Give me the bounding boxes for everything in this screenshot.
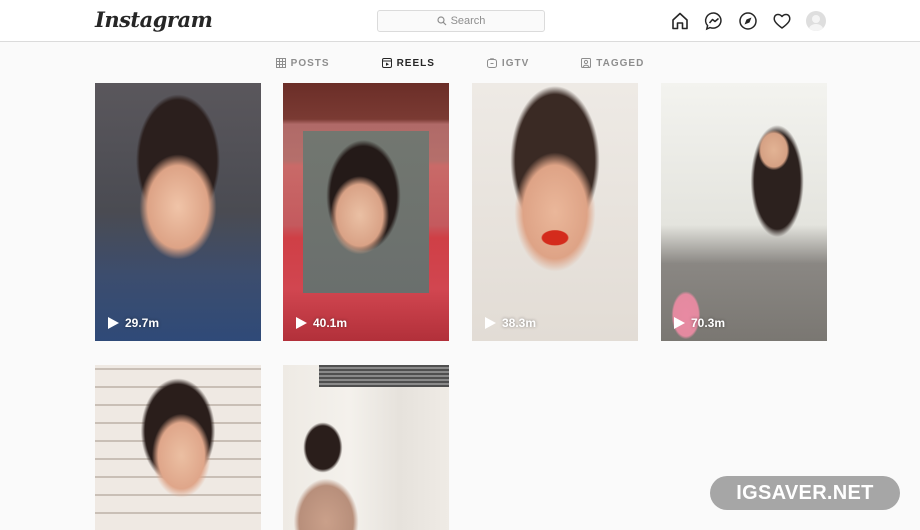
grid-icon — [275, 58, 286, 68]
view-count: 70.3m — [674, 316, 725, 330]
tab-label: TAGGED — [596, 57, 645, 69]
reel-thumbnail[interactable] — [95, 365, 261, 530]
nav-icons — [670, 11, 826, 31]
view-count: 40.1m — [296, 316, 347, 330]
search-input[interactable]: Search — [377, 10, 545, 32]
reel-thumbnail[interactable]: 70.3m — [661, 83, 827, 341]
tab-label: REELS — [396, 57, 435, 69]
reel-thumbnail[interactable]: 40.1m — [283, 83, 449, 341]
reel-thumbnail[interactable]: 29.7m — [95, 83, 261, 341]
activity-heart-icon[interactable] — [772, 11, 792, 31]
video-overlay-frame — [303, 131, 429, 293]
tab-igtv[interactable]: IGTV — [486, 56, 530, 70]
reels-icon — [381, 58, 392, 68]
igtv-icon — [486, 58, 497, 68]
view-count: 29.7m — [108, 316, 159, 330]
reel-thumbnail[interactable]: 38.3m — [472, 83, 638, 341]
tab-label: IGTV — [501, 57, 530, 69]
home-icon[interactable] — [670, 11, 690, 31]
search-icon — [436, 16, 446, 26]
tab-label: POSTS — [290, 57, 330, 69]
tab-reels[interactable]: REELS — [381, 56, 435, 70]
tab-tagged[interactable]: TAGGED — [581, 56, 644, 70]
tab-posts[interactable]: POSTS — [275, 56, 330, 70]
search-placeholder: Search — [450, 15, 486, 27]
play-icon — [296, 317, 307, 329]
top-nav-bar: Instagram Search — [0, 0, 920, 42]
profile-avatar[interactable] — [806, 11, 826, 31]
instagram-logo[interactable]: Instagram — [95, 7, 213, 32]
play-icon — [485, 317, 496, 329]
play-icon — [674, 317, 685, 329]
reel-thumbnail[interactable] — [283, 365, 449, 530]
watermark-badge: IGSAVER.NET — [710, 476, 900, 510]
view-count: 38.3m — [485, 316, 536, 330]
explore-icon[interactable] — [738, 11, 758, 31]
profile-tabs: POSTS REELS IGTV TAGGED — [0, 56, 920, 70]
tagged-icon — [581, 58, 592, 68]
play-icon — [108, 317, 119, 329]
messenger-icon[interactable] — [704, 11, 724, 31]
